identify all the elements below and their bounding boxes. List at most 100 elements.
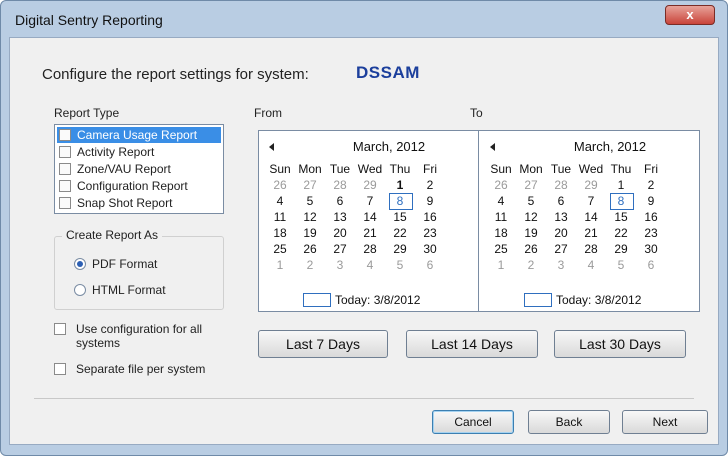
day-cell[interactable]: 6 xyxy=(415,257,445,273)
report-item-activity[interactable]: Activity Report xyxy=(57,144,221,160)
to-today-link[interactable]: Today: 3/8/2012 xyxy=(524,293,641,307)
day-cell[interactable]: 4 xyxy=(355,257,385,273)
day-cell[interactable]: 27 xyxy=(325,241,355,257)
day-cell-today[interactable]: 8 xyxy=(606,193,636,210)
day-cell[interactable]: 5 xyxy=(385,257,415,273)
day-cell[interactable]: 28 xyxy=(576,241,606,257)
report-item-checkbox[interactable] xyxy=(59,146,71,158)
day-cell[interactable]: 20 xyxy=(546,225,576,241)
day-cell[interactable]: 21 xyxy=(576,225,606,241)
day-cell[interactable]: 3 xyxy=(546,257,576,273)
day-cell[interactable]: 3 xyxy=(325,257,355,273)
day-cell[interactable]: 19 xyxy=(295,225,325,241)
day-cell[interactable]: 22 xyxy=(606,225,636,241)
radio-pdf-dot[interactable] xyxy=(74,258,86,270)
day-cell[interactable]: 18 xyxy=(265,225,295,241)
day-cell[interactable]: 30 xyxy=(636,241,666,257)
report-type-list[interactable]: Camera Usage Report Activity Report Zone… xyxy=(54,124,224,214)
day-cell[interactable]: 30 xyxy=(415,241,445,257)
day-cell[interactable]: 1 xyxy=(606,177,636,193)
day-cell[interactable]: 7 xyxy=(355,193,385,209)
day-cell[interactable]: 7 xyxy=(576,193,606,209)
day-cell[interactable]: 16 xyxy=(415,209,445,225)
report-item-checkbox[interactable] xyxy=(59,180,71,192)
day-cell[interactable]: 1 xyxy=(385,177,415,193)
close-button[interactable]: x xyxy=(665,5,715,25)
day-cell[interactable]: 16 xyxy=(636,209,666,225)
day-cell[interactable]: 9 xyxy=(415,193,445,209)
day-cell[interactable]: 23 xyxy=(636,225,666,241)
day-cell[interactable]: 2 xyxy=(516,257,546,273)
day-cell[interactable]: 15 xyxy=(385,209,415,225)
day-cell[interactable]: 14 xyxy=(355,209,385,225)
day-cell[interactable]: 12 xyxy=(516,209,546,225)
report-item-configuration[interactable]: Configuration Report xyxy=(57,178,221,194)
day-cell[interactable]: 28 xyxy=(546,177,576,193)
cancel-button[interactable]: Cancel xyxy=(432,410,514,434)
day-cell[interactable]: 15 xyxy=(606,209,636,225)
day-cell[interactable]: 21 xyxy=(355,225,385,241)
day-cell[interactable]: 13 xyxy=(546,209,576,225)
day-cell[interactable]: 6 xyxy=(546,193,576,209)
day-cell[interactable]: 5 xyxy=(606,257,636,273)
day-cell[interactable]: 25 xyxy=(486,241,516,257)
report-item-snap-shot[interactable]: Snap Shot Report xyxy=(57,195,221,211)
day-cell[interactable]: 18 xyxy=(486,225,516,241)
day-cell[interactable]: 28 xyxy=(325,177,355,193)
day-cell[interactable]: 9 xyxy=(636,193,666,209)
separate-file-option[interactable]: Separate file per system xyxy=(54,362,234,378)
report-item-camera-usage[interactable]: Camera Usage Report xyxy=(57,127,221,143)
day-cell[interactable]: 26 xyxy=(265,177,295,193)
day-cell[interactable]: 4 xyxy=(265,193,295,209)
day-cell[interactable]: 5 xyxy=(295,193,325,209)
day-cell[interactable]: 27 xyxy=(295,177,325,193)
day-cell[interactable]: 28 xyxy=(355,241,385,257)
day-cell[interactable]: 5 xyxy=(516,193,546,209)
day-cell[interactable]: 4 xyxy=(486,193,516,209)
separate-file-checkbox[interactable] xyxy=(54,363,66,375)
day-cell[interactable]: 29 xyxy=(576,177,606,193)
day-cell[interactable]: 26 xyxy=(486,177,516,193)
day-cell[interactable]: 25 xyxy=(265,241,295,257)
use-config-checkbox[interactable] xyxy=(54,323,66,335)
day-cell[interactable]: 26 xyxy=(516,241,546,257)
use-config-option[interactable]: Use configuration for all systems xyxy=(54,322,224,352)
day-cell[interactable]: 2 xyxy=(295,257,325,273)
last-14-days-button[interactable]: Last 14 Days xyxy=(406,330,538,358)
day-cell[interactable]: 1 xyxy=(486,257,516,273)
day-cell[interactable]: 11 xyxy=(265,209,295,225)
report-item-checkbox[interactable] xyxy=(59,129,71,141)
report-item-zone-vau[interactable]: Zone/VAU Report xyxy=(57,161,221,177)
day-cell[interactable]: 2 xyxy=(415,177,445,193)
from-calendar[interactable]: March, 2012 Sun Mon Tue Wed Thu Fri 26 2… xyxy=(259,131,479,311)
day-cell[interactable]: 29 xyxy=(606,241,636,257)
day-cell[interactable]: 27 xyxy=(516,177,546,193)
day-cell[interactable]: 26 xyxy=(295,241,325,257)
day-cell[interactable]: 13 xyxy=(325,209,355,225)
day-cell[interactable]: 2 xyxy=(636,177,666,193)
day-cell[interactable]: 14 xyxy=(576,209,606,225)
from-today-link[interactable]: Today: 3/8/2012 xyxy=(303,293,420,307)
day-cell[interactable]: 11 xyxy=(486,209,516,225)
day-cell-today[interactable]: 8 xyxy=(385,193,415,210)
report-item-checkbox[interactable] xyxy=(59,197,71,209)
day-cell[interactable]: 6 xyxy=(325,193,355,209)
last-7-days-button[interactable]: Last 7 Days xyxy=(258,330,388,358)
day-cell[interactable]: 29 xyxy=(385,241,415,257)
day-cell[interactable]: 19 xyxy=(516,225,546,241)
next-button[interactable]: Next xyxy=(622,410,708,434)
day-cell[interactable]: 29 xyxy=(355,177,385,193)
report-item-checkbox[interactable] xyxy=(59,163,71,175)
radio-html-dot[interactable] xyxy=(74,284,86,296)
day-cell[interactable]: 23 xyxy=(415,225,445,241)
day-cell[interactable]: 12 xyxy=(295,209,325,225)
day-cell[interactable]: 27 xyxy=(546,241,576,257)
back-button[interactable]: Back xyxy=(528,410,610,434)
to-calendar[interactable]: March, 2012 Sun Mon Tue Wed Thu Fri 26 2… xyxy=(480,131,700,311)
day-cell[interactable]: 22 xyxy=(385,225,415,241)
day-cell[interactable]: 6 xyxy=(636,257,666,273)
day-cell[interactable]: 20 xyxy=(325,225,355,241)
day-cell[interactable]: 4 xyxy=(576,257,606,273)
day-cell[interactable]: 1 xyxy=(265,257,295,273)
last-30-days-button[interactable]: Last 30 Days xyxy=(554,330,686,358)
